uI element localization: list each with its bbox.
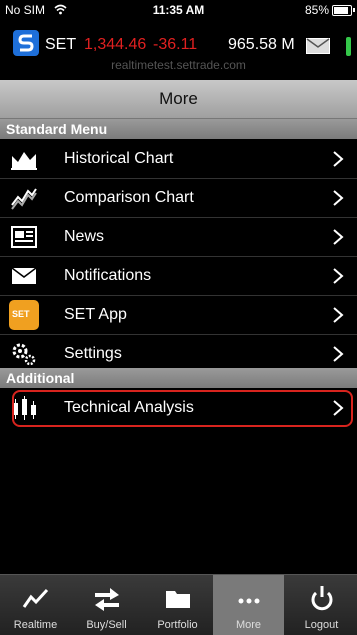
section-header-additional: Additional [0, 368, 357, 388]
index-name: SET [45, 36, 77, 53]
chevron-right-icon [333, 190, 344, 206]
set-app-icon-text: SET [12, 309, 30, 319]
chevron-right-icon [333, 268, 344, 284]
tab-label: Portfolio [157, 619, 198, 631]
index-volume: 965.58 M [228, 36, 295, 53]
news-icon [11, 226, 37, 248]
chevron-right-icon [333, 346, 344, 362]
tab-label: More [235, 619, 262, 631]
folder-icon [166, 591, 190, 608]
clock: 11:35 AM [152, 3, 205, 17]
menu-item-label: Comparison Chart [64, 189, 194, 206]
menu-item-news[interactable]: News [0, 218, 357, 257]
swap-arrows-icon [95, 588, 119, 611]
tab-buy-sell[interactable]: Buy/Sell [71, 575, 142, 635]
market-ticker: SET 1,344.46 -36.11 965.58 M realtimetes… [0, 20, 357, 78]
index-value: 1,344.46 [84, 36, 147, 53]
mail-icon[interactable] [306, 38, 330, 54]
settrade-logo-icon [13, 30, 39, 56]
line-chart-icon [22, 588, 49, 608]
menu-item-notifications[interactable]: Notifications [0, 257, 357, 296]
battery-icon [332, 5, 352, 16]
battery-fill [334, 7, 348, 14]
tab-portfolio[interactable]: Portfolio [142, 575, 213, 635]
tab-logout[interactable]: Logout [286, 575, 357, 635]
section-label: Additional [6, 370, 75, 386]
battery-percent: 85% [304, 3, 329, 17]
connection-status-icon [346, 37, 351, 56]
battery-tip [353, 8, 355, 12]
tab-bar: Realtime Buy/Sell Portfolio More Logout [0, 574, 357, 635]
menu-item-set-app[interactable]: SET SET App [0, 296, 357, 335]
section-header-standard: Standard Menu [0, 119, 357, 139]
tab-more[interactable]: More [213, 575, 284, 635]
server-address: realtimetest.settrade.com [111, 58, 246, 72]
chevron-right-icon [333, 307, 344, 323]
more-dots-icon [238, 598, 260, 604]
menu-item-label: News [64, 228, 105, 245]
index-change: -36.11 [153, 36, 198, 53]
menu-item-historical-chart[interactable]: Historical Chart [0, 140, 357, 179]
menu-item-label: Notifications [64, 267, 152, 284]
envelope-icon [11, 267, 37, 284]
comparison-chart-icon [11, 188, 37, 210]
set-app-icon: SET [9, 300, 39, 330]
nav-title-bar: More [0, 80, 357, 119]
menu-item-label: Historical Chart [64, 150, 174, 167]
page-title: More [159, 89, 198, 108]
menu-item-comparison-chart[interactable]: Comparison Chart [0, 179, 357, 218]
selection-highlight [12, 390, 353, 427]
menu-item-label: Settings [64, 345, 122, 362]
power-icon [311, 586, 333, 611]
tab-label: Realtime [13, 619, 58, 631]
chevron-right-icon [333, 151, 344, 167]
tab-label: Logout [304, 619, 339, 631]
gears-icon [12, 343, 36, 366]
section-label: Standard Menu [6, 121, 108, 137]
tab-label: Buy/Sell [86, 619, 127, 631]
tab-realtime[interactable]: Realtime [0, 575, 71, 635]
status-bar: No SIM 11:35 AM 85% [0, 0, 357, 20]
chevron-right-icon [333, 229, 344, 245]
menu-item-label: SET App [64, 306, 127, 323]
area-chart-icon [11, 152, 37, 170]
